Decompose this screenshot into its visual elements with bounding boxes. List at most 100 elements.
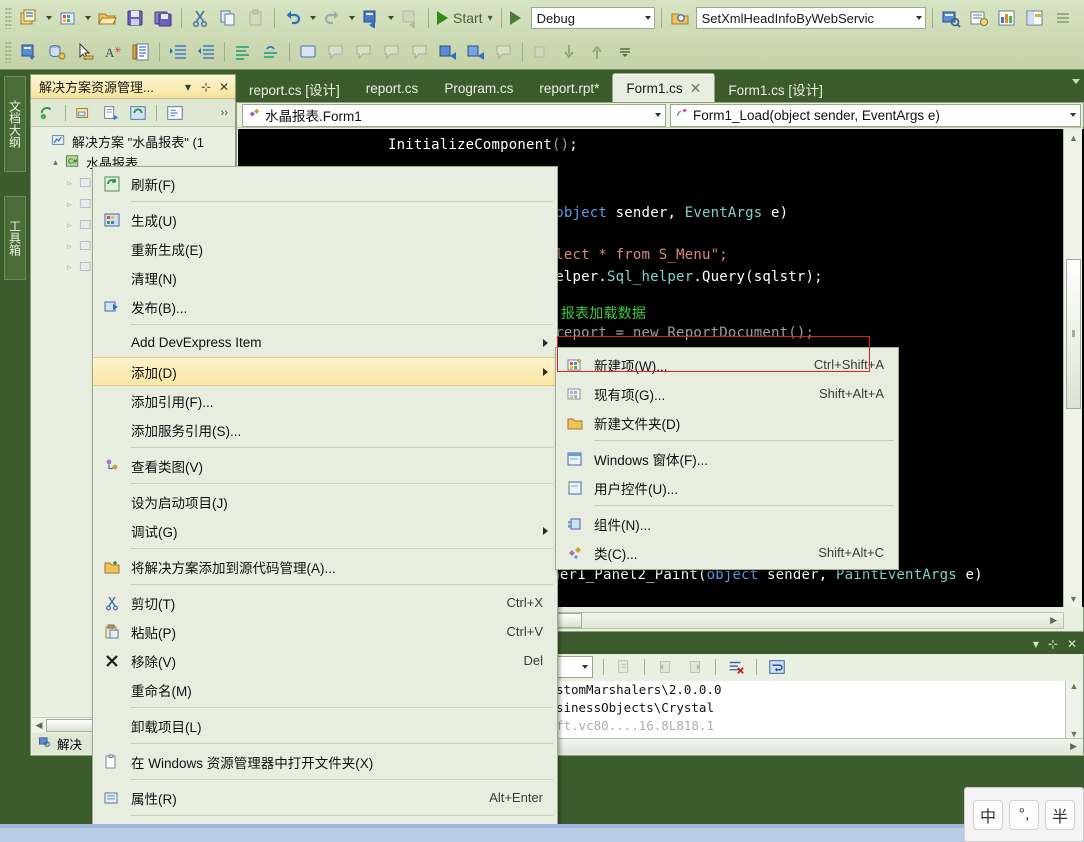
expander-icon[interactable]: ▹	[63, 262, 76, 273]
document-tab[interactable]: Form1.cs [设计]	[715, 75, 836, 102]
copy-icon[interactable]	[215, 5, 241, 31]
chevron-down-icon[interactable]: ▾	[1033, 637, 1039, 651]
output-vscrollbar[interactable]: ▲ ▼	[1065, 681, 1082, 739]
document-tab[interactable]: Program.cs	[431, 75, 526, 102]
document-tab[interactable]: report.rpt*	[526, 75, 612, 102]
navigate-backward-dropdown[interactable]	[385, 5, 396, 31]
toolbar-grip-2[interactable]	[5, 41, 12, 63]
add-connection-icon[interactable]	[44, 39, 70, 65]
ime-width-key[interactable]: 半	[1045, 799, 1075, 830]
project-context-menu[interactable]: 刷新(F) 生成(U) 重新生成(E) 清理(N) 发布(B)... Add DevExp…	[92, 166, 558, 842]
properties-window-icon[interactable]	[966, 5, 992, 31]
menu-item[interactable]: 将解决方案添加到源代码管理(A)...	[93, 552, 557, 581]
menu-item[interactable]: 添加服务引用(S)...	[93, 415, 557, 444]
add-new-item-dropdown[interactable]	[82, 5, 93, 31]
cut-icon[interactable]	[187, 5, 213, 31]
step-down-icon[interactable]	[556, 39, 582, 65]
menu-item[interactable]: 生成(U)	[93, 205, 557, 234]
toolbox-window-icon[interactable]	[1022, 5, 1048, 31]
menu-item[interactable]: 重新生成(E)	[93, 234, 557, 263]
menu-item[interactable]: 清理(N)	[93, 263, 557, 292]
document-tab[interactable]: report.cs	[353, 75, 432, 102]
save-all-icon[interactable]	[150, 5, 176, 31]
indent-icon[interactable]	[165, 39, 191, 65]
type-navigation-select[interactable]: 水晶报表.Form1	[242, 103, 666, 127]
format-document-icon[interactable]	[128, 39, 154, 65]
refresh-icon[interactable]	[35, 101, 59, 125]
pointer-tool-icon[interactable]	[72, 39, 98, 65]
solution-explorer-icon[interactable]	[938, 5, 964, 31]
show-all-files-icon[interactable]	[72, 101, 96, 125]
redo-dropdown[interactable]	[346, 5, 357, 31]
menu-item[interactable]: 组件(N)...	[556, 509, 898, 538]
menu-item[interactable]: 新建项(W)... Ctrl+Shift+A	[556, 350, 898, 379]
open-file-icon[interactable]	[94, 5, 120, 31]
tree-node[interactable]: 解决方案 "水晶报表" (1	[35, 131, 235, 152]
menu-item[interactable]: 设为启动项目(J)	[93, 487, 557, 516]
toggle-bookmark-icon[interactable]	[295, 39, 321, 65]
continue-icon[interactable]	[509, 11, 521, 25]
scroll-right-icon[interactable]: ▶	[1050, 615, 1057, 626]
close-icon[interactable]: ✕	[690, 80, 702, 97]
pin-icon[interactable]: ⊹	[1048, 637, 1058, 651]
step-up-icon[interactable]	[584, 39, 610, 65]
scroll-up-icon[interactable]: ▲	[1064, 129, 1083, 146]
clear-all-icon[interactable]	[723, 654, 749, 680]
comment-block-icon-2[interactable]	[351, 39, 377, 65]
ime-punctuation-key[interactable]: °,	[1009, 799, 1039, 830]
scroll-thumb[interactable]: ⦀	[1066, 259, 1081, 409]
toggle-word-wrap-icon[interactable]	[764, 654, 790, 680]
menu-item[interactable]: 查看类图(V)	[93, 451, 557, 480]
expand-all-outlining-icon[interactable]	[435, 39, 461, 65]
expander-icon[interactable]: ▹	[63, 199, 76, 210]
menu-item[interactable]: 类(C)... Shift+Alt+C	[556, 538, 898, 567]
menu-item[interactable]: 重命名(M)	[93, 675, 557, 704]
expander-icon[interactable]: ▹	[63, 178, 76, 189]
view-class-diagram-icon[interactable]	[163, 101, 187, 125]
close-icon[interactable]: ✕	[217, 80, 231, 94]
menu-item[interactable]: 新建文件夹(D)	[556, 408, 898, 437]
comment-block-icon-3[interactable]	[379, 39, 405, 65]
find-in-files-icon[interactable]	[667, 5, 693, 31]
document-tab[interactable]: Form1.cs ✕	[612, 73, 716, 102]
object-browser-icon[interactable]	[994, 5, 1020, 31]
toolbar-grip[interactable]	[5, 7, 12, 29]
toolbar-overflow-icon[interactable]	[612, 39, 638, 65]
menu-item[interactable]: 现有项(G)... Shift+Alt+A	[556, 379, 898, 408]
ime-language-bar[interactable]: 中 °, 半	[964, 787, 1084, 842]
chevron-down-icon[interactable]: ▾	[181, 80, 195, 94]
undo-dropdown[interactable]	[307, 5, 318, 31]
menu-item[interactable]: 用户控件(U)...	[556, 473, 898, 502]
font-size-icon[interactable]: A ✳	[100, 39, 126, 65]
navigate-backward-icon[interactable]	[358, 5, 384, 31]
menu-item[interactable]: 属性(R) Alt+Enter	[93, 783, 557, 812]
menu-item[interactable]: 移除(V) Del	[93, 646, 557, 675]
redo-icon[interactable]	[319, 5, 345, 31]
member-navigation-select[interactable]: Form1_Load(object sender, EventArgs e)	[670, 103, 1081, 127]
save-icon[interactable]	[122, 5, 148, 31]
outdent-icon[interactable]	[193, 39, 219, 65]
solution-explorer-overflow-icon[interactable]: ››	[221, 107, 232, 119]
scroll-down-icon[interactable]: ▼	[1064, 590, 1083, 607]
menu-item[interactable]: 添加引用(F)...	[93, 386, 557, 415]
tab-overflow-icon[interactable]	[1072, 79, 1080, 84]
pin-icon[interactable]: ⊹	[199, 80, 213, 94]
menu-item[interactable]: 发布(B)...	[93, 292, 557, 321]
dock-tab-toolbox[interactable]: 工具箱	[4, 196, 26, 280]
menu-item[interactable]: 在 Windows 资源管理器中打开文件夹(X)	[93, 747, 557, 776]
comment-block-icon-1[interactable]	[323, 39, 349, 65]
uncomment-lines-icon[interactable]	[258, 39, 284, 65]
expander-icon[interactable]: ▴	[49, 157, 62, 168]
menu-item[interactable]: 卸载项目(L)	[93, 711, 557, 740]
document-tab[interactable]: report.cs [设计]	[236, 75, 353, 102]
scroll-right-icon[interactable]: ▶	[1070, 741, 1077, 752]
scroll-left-icon[interactable]: ◀	[32, 720, 46, 731]
comment-lines-icon[interactable]	[230, 39, 256, 65]
start-debug-button[interactable]: Start ▾	[433, 5, 497, 31]
undo-icon[interactable]	[280, 5, 306, 31]
step-icon[interactable]	[528, 39, 554, 65]
dock-tab-document-outline[interactable]: 文档大纲	[4, 76, 26, 172]
ime-mode-key[interactable]: 中	[973, 799, 1003, 830]
menu-item[interactable]: Windows 窗体(F)...	[556, 444, 898, 473]
menu-item[interactable]: 调试(G)	[93, 516, 557, 545]
